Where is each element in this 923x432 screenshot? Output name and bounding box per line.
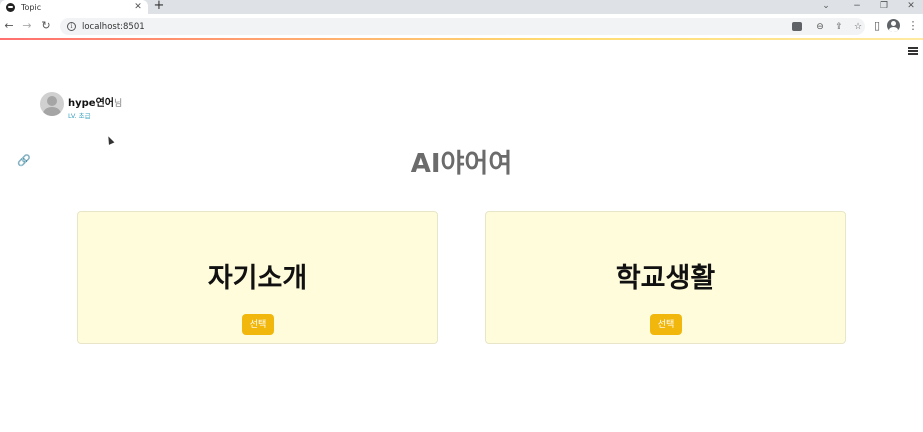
browser-tab[interactable]: Topic ✕ [0, 0, 148, 14]
side-panel-icon[interactable]: ▯ [870, 19, 884, 33]
user-profile: hype연어님 LV. 초급 [40, 92, 122, 120]
minimize-button[interactable]: − [847, 0, 867, 14]
card-title: 자기소개 [207, 263, 308, 294]
tab-strip: Topic ✕ + ⌄ − ❐ ✕ [0, 0, 923, 14]
tab-title: Topic [21, 2, 42, 12]
url-text[interactable]: localhost:8501 [82, 22, 792, 32]
avatar [40, 92, 64, 116]
share-icon[interactable]: ⇪ [832, 20, 846, 34]
browser-menu-icon[interactable]: ⋮ [906, 19, 920, 33]
site-info-icon[interactable]: i [67, 22, 76, 31]
topic-card-school-life: 학교생활 선택 [485, 211, 846, 344]
user-name-line: hype연어님 [68, 94, 122, 109]
browser-toolbar: ← → ↻ i localhost:8501 ⊖ ⇪ ☆ ▯ ⋮ [0, 14, 923, 38]
forward-button[interactable]: → [20, 19, 34, 33]
back-button[interactable]: ← [2, 19, 16, 33]
user-honorific: 님 [113, 99, 123, 109]
page-title: AI야어여 [410, 149, 513, 179]
user-level: LV. 초급 [68, 112, 91, 120]
zoom-icon[interactable]: ⊖ [813, 20, 827, 34]
select-button[interactable]: 선택 [242, 314, 274, 335]
topic-card-self-introduction: 자기소개 선택 [77, 211, 438, 344]
new-tab-button[interactable]: + [152, 0, 166, 14]
app-decoration-bar [0, 38, 923, 40]
hamburger-menu-icon[interactable] [908, 47, 918, 55]
close-tab-icon[interactable]: ✕ [132, 2, 144, 12]
favicon-icon [6, 2, 15, 12]
user-name: hype연어 [68, 98, 114, 109]
address-bar[interactable]: i localhost:8501 ⊖ ⇪ ☆ [60, 18, 865, 35]
reload-button[interactable]: ↻ [39, 19, 53, 33]
translate-icon[interactable] [792, 22, 802, 31]
select-button[interactable]: 선택 [650, 314, 682, 335]
profile-icon[interactable] [887, 19, 900, 32]
bookmark-star-icon[interactable]: ☆ [851, 20, 865, 34]
tab-search-icon[interactable]: ⌄ [816, 0, 836, 14]
close-window-button[interactable]: ✕ [901, 0, 921, 14]
restore-button[interactable]: ❐ [874, 0, 894, 14]
card-title: 학교생활 [615, 263, 716, 294]
